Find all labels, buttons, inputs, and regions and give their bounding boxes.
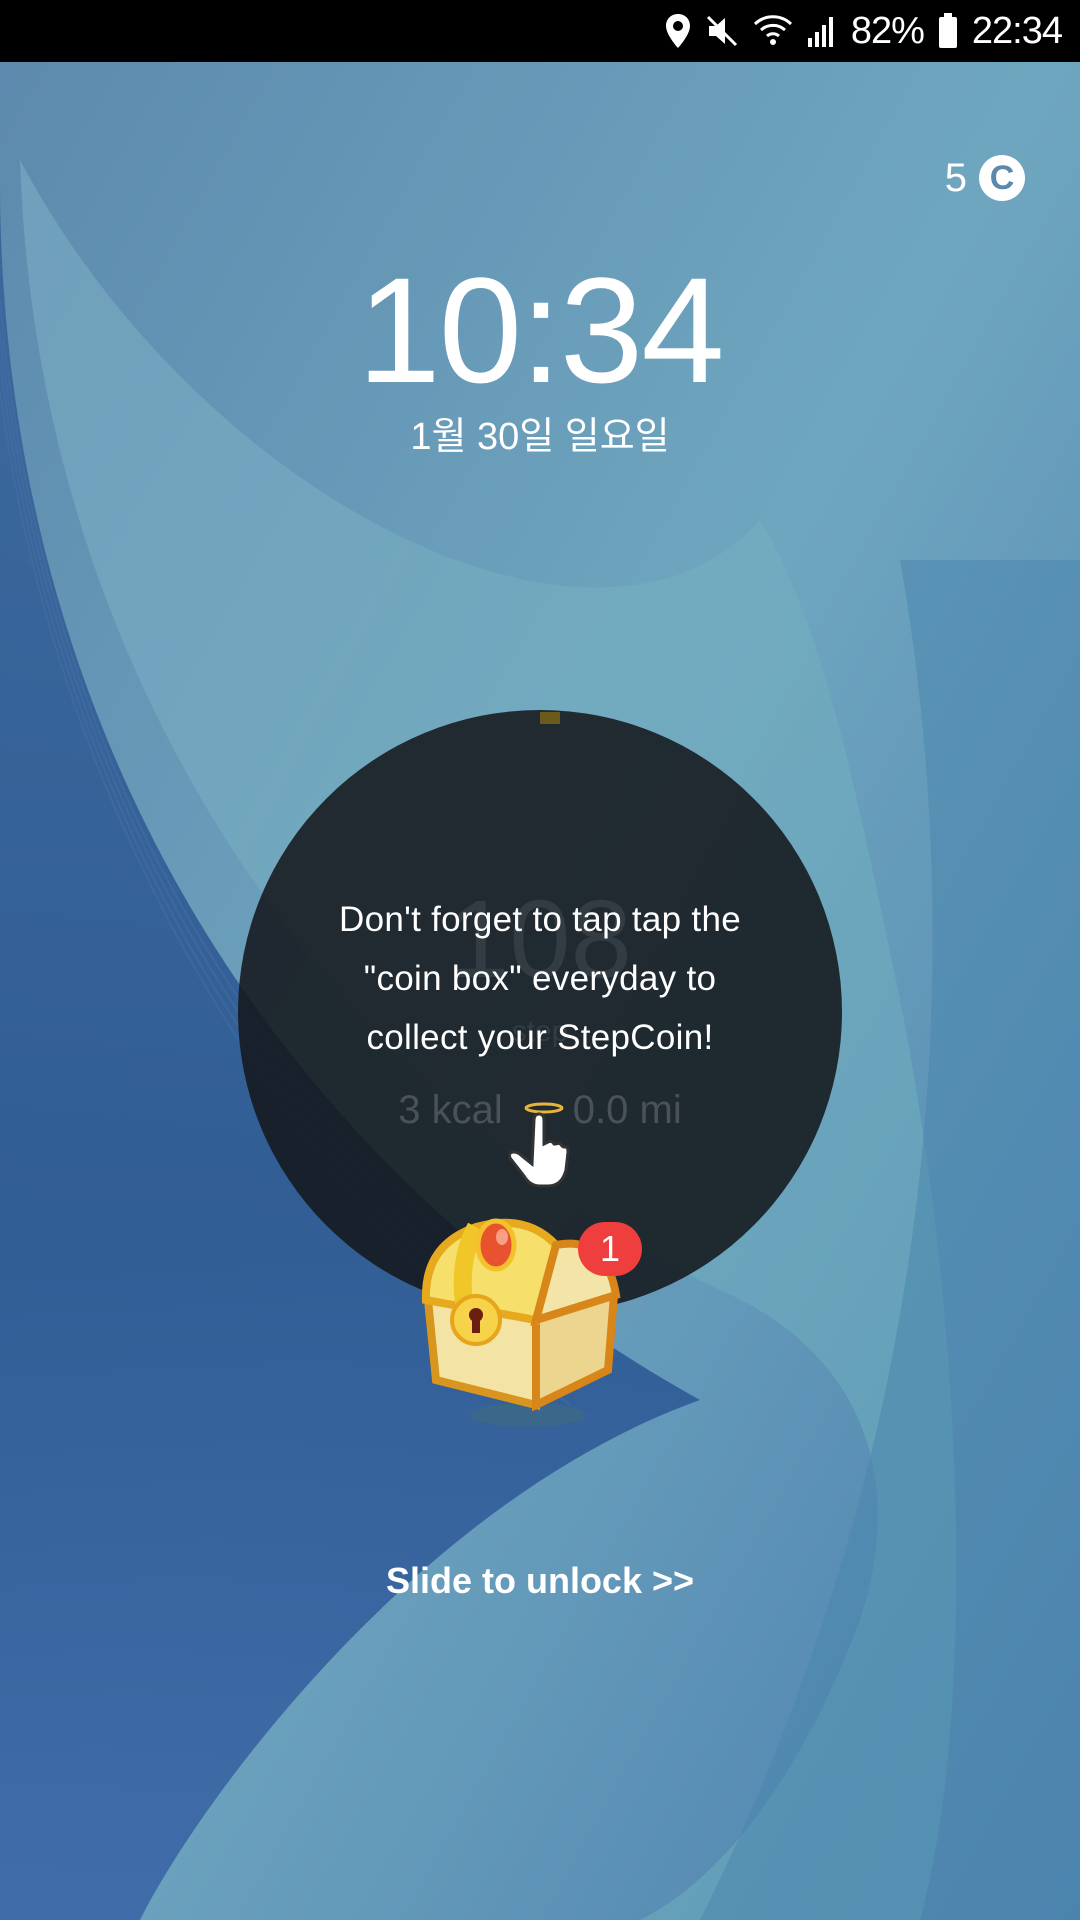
- calories-value: 3 kcal: [398, 1088, 503, 1132]
- coin-counter[interactable]: 5 C: [945, 155, 1025, 201]
- wifi-icon: [753, 11, 793, 51]
- mute-icon: [705, 11, 739, 51]
- coin-count: 5: [944, 155, 967, 200]
- battery-icon: [938, 11, 958, 51]
- lock-screen: 82% 22:34 5 C 10:34 1월 30일 일요일 108 step …: [0, 0, 1080, 1920]
- progress-marker: [540, 712, 560, 724]
- status-bar: 82% 22:34: [0, 0, 1080, 62]
- coin-box-tip: Don't forget to tap tap the "coin box" e…: [238, 890, 842, 1067]
- tip-line-1: Don't forget to tap tap the: [339, 900, 741, 939]
- lockscreen-clock: 10:34: [357, 246, 724, 414]
- lockscreen-date: 1월 30일 일요일: [410, 416, 670, 458]
- tip-line-3: collect your StepCoin!: [366, 1018, 714, 1057]
- status-time: 22:34: [971, 9, 1063, 52]
- battery-percent: 82%: [850, 9, 925, 52]
- signal-icon: [807, 11, 837, 51]
- tip-line-2: "coin box" everyday to: [363, 959, 717, 998]
- pointing-hand-icon: [508, 1102, 570, 1188]
- coin-box-badge: 1: [578, 1222, 642, 1276]
- stepcoin-icon: C: [979, 155, 1025, 201]
- location-icon: [665, 11, 691, 51]
- slide-to-unlock[interactable]: Slide to unlock >>: [0, 1560, 1080, 1602]
- distance-value: 0.0 mi: [572, 1088, 682, 1132]
